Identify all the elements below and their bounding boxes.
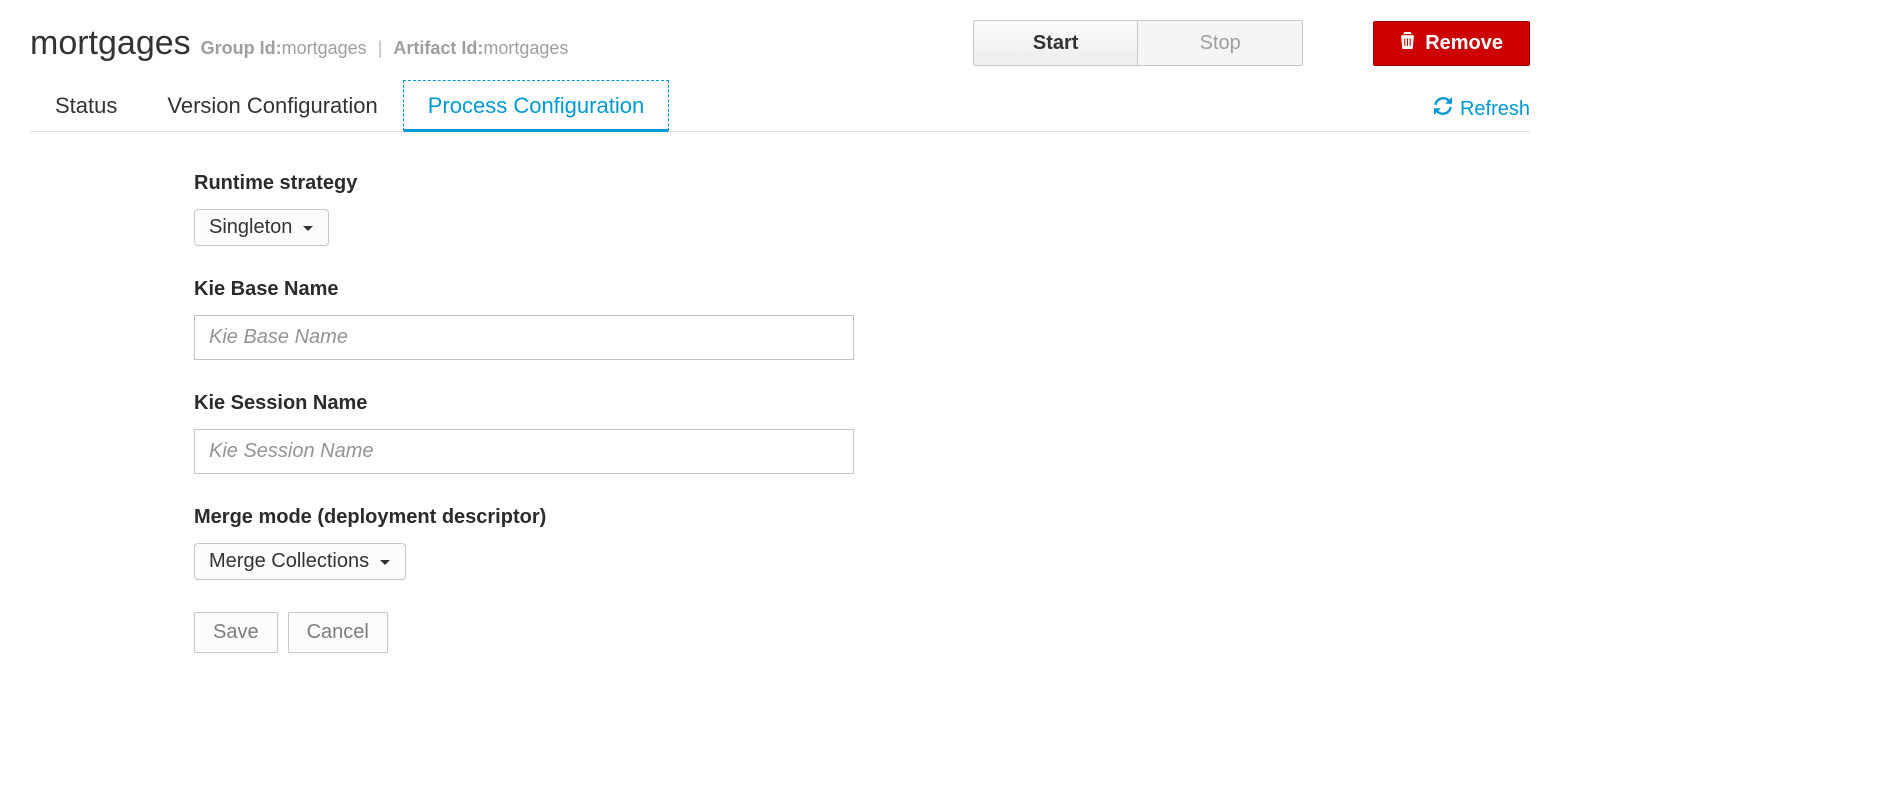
group-id-value: mortgages [282, 38, 367, 58]
artifact-id-label: Artifact Id: [393, 38, 483, 58]
save-button[interactable]: Save [194, 612, 278, 653]
action-buttons: Start Stop Remove [973, 20, 1530, 66]
start-stop-group: Start Stop [973, 20, 1303, 66]
page-header: mortgages Group Id:mortgages | Artifact … [30, 20, 1530, 66]
process-configuration-form: Runtime strategy Singleton Kie Base Name… [30, 132, 890, 653]
refresh-link[interactable]: Refresh [1434, 97, 1530, 131]
merge-mode-value: Merge Collections [209, 550, 369, 573]
runtime-strategy-group: Runtime strategy Singleton [194, 172, 890, 246]
kie-base-input[interactable] [194, 315, 854, 360]
chevron-down-icon [302, 216, 314, 239]
remove-button[interactable]: Remove [1373, 21, 1530, 66]
chevron-down-icon [379, 550, 391, 573]
tab-version-configuration[interactable]: Version Configuration [142, 80, 402, 131]
title-meta: Group Id:mortgages | Artifact Id:mortgag… [201, 38, 569, 59]
title-block: mortgages Group Id:mortgages | Artifact … [30, 24, 568, 63]
form-button-row: Save Cancel [194, 612, 890, 653]
start-button[interactable]: Start [973, 20, 1138, 66]
merge-mode-select[interactable]: Merge Collections [194, 543, 406, 580]
artifact-id-value: mortgages [483, 38, 568, 58]
kie-session-label: Kie Session Name [194, 392, 890, 415]
remove-button-label: Remove [1425, 32, 1503, 55]
kie-session-input[interactable] [194, 429, 854, 474]
tabs-row: Status Version Configuration Process Con… [30, 78, 1530, 132]
page-title: mortgages [30, 24, 191, 63]
refresh-icon [1434, 97, 1452, 121]
tab-process-configuration[interactable]: Process Configuration [403, 80, 669, 131]
runtime-strategy-value: Singleton [209, 216, 292, 239]
stop-button[interactable]: Stop [1138, 20, 1303, 66]
runtime-strategy-select[interactable]: Singleton [194, 209, 329, 246]
kie-session-group: Kie Session Name [194, 392, 890, 474]
tabs: Status Version Configuration Process Con… [30, 80, 669, 131]
refresh-label: Refresh [1460, 98, 1530, 121]
meta-separator: | [378, 38, 383, 58]
merge-mode-group: Merge mode (deployment descriptor) Merge… [194, 506, 890, 580]
group-id-label: Group Id: [201, 38, 282, 58]
merge-mode-label: Merge mode (deployment descriptor) [194, 506, 890, 529]
cancel-button[interactable]: Cancel [288, 612, 388, 653]
kie-base-label: Kie Base Name [194, 278, 890, 301]
kie-base-group: Kie Base Name [194, 278, 890, 360]
tab-status[interactable]: Status [30, 80, 142, 131]
runtime-strategy-label: Runtime strategy [194, 172, 890, 195]
trash-icon [1400, 32, 1415, 55]
